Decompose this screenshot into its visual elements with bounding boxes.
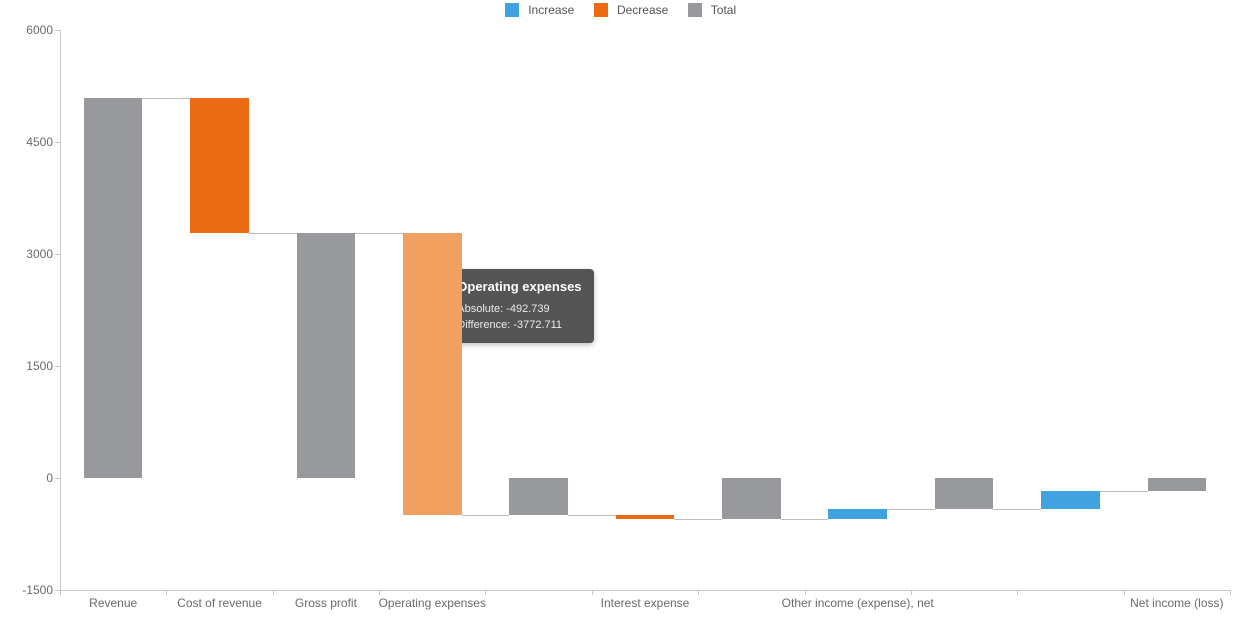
y-tick-label: -1500 <box>3 583 53 597</box>
connector <box>781 519 829 520</box>
legend-swatch-decrease <box>594 3 608 17</box>
x-tick-mark <box>911 590 912 595</box>
connector <box>462 515 510 516</box>
tooltip-absolute-label: Absolute: <box>457 303 503 315</box>
x-tick-mark <box>273 590 274 595</box>
legend-item-increase[interactable]: Increase <box>505 2 574 18</box>
x-tick-label: Gross profit <box>295 596 357 610</box>
y-tick-label: 6000 <box>3 23 53 37</box>
legend-swatch-total <box>688 3 702 17</box>
y-tick-label: 1500 <box>3 359 53 373</box>
y-tick-label: 4500 <box>3 135 53 149</box>
x-tick-mark <box>60 590 61 595</box>
connector <box>355 233 403 234</box>
legend-item-total[interactable]: Total <box>688 2 736 18</box>
y-tick-label: 0 <box>3 471 53 485</box>
tooltip-difference-label: Difference: <box>457 319 510 331</box>
legend-item-decrease[interactable]: Decrease <box>594 2 669 18</box>
connector <box>887 509 935 510</box>
bar-unnamed-4[interactable] <box>509 478 568 515</box>
y-tick-label: 3000 <box>3 247 53 261</box>
bar-interest-expense[interactable] <box>616 515 675 519</box>
y-axis <box>60 30 61 590</box>
bar-cost-of-revenue[interactable] <box>190 98 249 233</box>
y-tick-mark <box>55 366 60 367</box>
legend-label-increase: Increase <box>528 3 574 17</box>
connector <box>142 98 190 99</box>
bar-unnamed-6[interactable] <box>722 478 781 519</box>
x-tick-mark <box>592 590 593 595</box>
bar-other-income-expense-net[interactable] <box>828 509 887 519</box>
tooltip-absolute-row: Absolute: -492.739 <box>457 301 581 317</box>
x-tick-mark <box>1017 590 1018 595</box>
tooltip: Operating expenses Absolute: -492.739 Di… <box>445 269 593 343</box>
waterfall-chart: Increase Decrease Total Operating expens… <box>0 0 1241 641</box>
y-tick-mark <box>55 478 60 479</box>
bar-revenue[interactable] <box>84 98 143 478</box>
tooltip-difference-row: Difference: -3772.711 <box>457 317 581 333</box>
legend: Increase Decrease Total <box>0 2 1241 18</box>
bar-net-income-loss[interactable] <box>1148 478 1207 491</box>
bar-unnamed-9[interactable] <box>1041 491 1100 509</box>
connector <box>993 509 1041 510</box>
x-tick-label: Interest expense <box>601 596 690 610</box>
y-tick-mark <box>55 254 60 255</box>
connector <box>674 519 722 520</box>
x-axis <box>60 590 1230 591</box>
x-tick-mark <box>166 590 167 595</box>
legend-label-decrease: Decrease <box>617 3 668 17</box>
tooltip-difference-value: -3772.711 <box>513 319 562 331</box>
connector <box>249 233 297 234</box>
tooltip-title: Operating expenses <box>457 279 581 295</box>
x-tick-label: Revenue <box>89 596 137 610</box>
legend-label-total: Total <box>711 3 736 17</box>
x-tick-mark <box>1124 590 1125 595</box>
legend-swatch-increase <box>505 3 519 17</box>
x-tick-mark <box>1230 590 1231 595</box>
bar-unnamed-8[interactable] <box>935 478 994 509</box>
x-tick-mark <box>805 590 806 595</box>
y-tick-mark <box>55 30 60 31</box>
x-tick-label: Cost of revenue <box>177 596 262 610</box>
tooltip-absolute-value: -492.739 <box>506 303 549 315</box>
connector <box>1100 491 1148 492</box>
x-tick-mark <box>379 590 380 595</box>
bar-operating-expenses[interactable] <box>403 233 462 515</box>
y-tick-mark <box>55 142 60 143</box>
x-tick-mark <box>698 590 699 595</box>
x-tick-label: Operating expenses <box>379 596 486 610</box>
bar-gross-profit[interactable] <box>297 233 356 478</box>
connector <box>568 515 616 516</box>
x-tick-mark <box>485 590 486 595</box>
x-tick-label: Net income (loss) <box>1130 596 1223 610</box>
x-tick-label: Other income (expense), net <box>782 596 934 610</box>
